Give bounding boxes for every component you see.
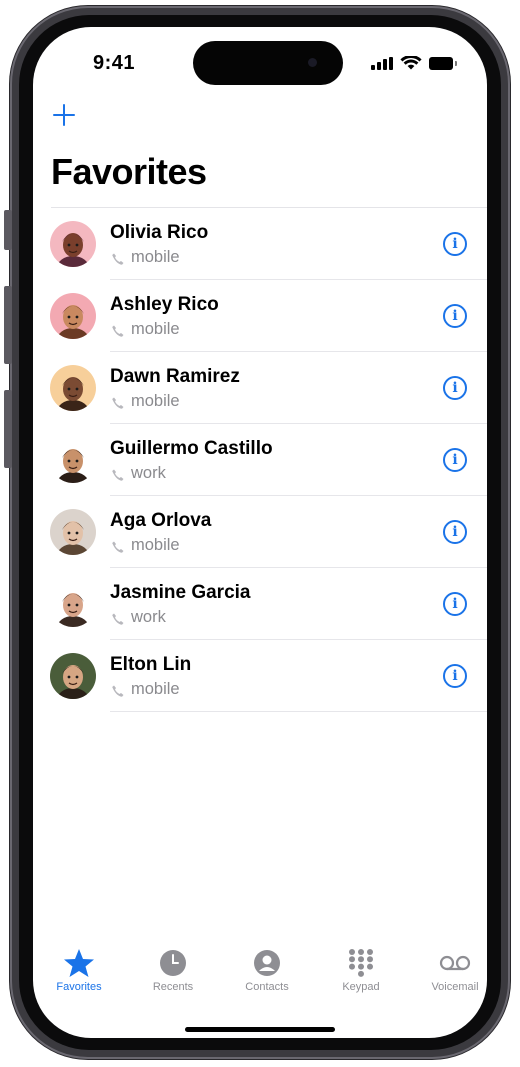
tab-keypad[interactable]: Keypad (321, 947, 401, 993)
contact-name: Elton Lin (110, 654, 192, 675)
phone-icon (112, 613, 124, 625)
keypad-icon (321, 947, 401, 979)
phone-icon (112, 253, 124, 265)
page-title: Favorites (51, 151, 207, 192)
phone-type-label: mobile (131, 536, 180, 554)
tab-label: Favorites (56, 981, 102, 993)
tab-label: Recents (152, 981, 194, 993)
phone-type-label: mobile (131, 392, 180, 410)
favorite-row[interactable]: Aga Orlova mobile i (33, 496, 487, 568)
phone-type-label: mobile (131, 680, 180, 698)
avatar (50, 221, 96, 267)
status-icons (371, 56, 457, 70)
tab-label: Contacts (245, 981, 289, 993)
tab-recents[interactable]: Recents (133, 947, 213, 993)
tab-favorites[interactable]: Favorites (39, 947, 119, 993)
info-button[interactable]: i (443, 232, 467, 256)
favorite-row[interactable]: Jasmine Garcia work i (33, 568, 487, 640)
phone-type-label: mobile (131, 320, 180, 338)
contact-name: Olivia Rico (110, 222, 209, 243)
add-favorite-button[interactable] (53, 103, 79, 129)
tab-voicemail[interactable]: Voicemail (415, 947, 487, 993)
avatar (50, 365, 96, 411)
info-button[interactable]: i (443, 664, 467, 688)
phone-icon (112, 325, 124, 337)
camera-icon (308, 58, 317, 67)
phone-type-label: work (131, 464, 166, 482)
info-button[interactable]: i (443, 448, 467, 472)
avatar (50, 293, 96, 339)
person-circle-icon (227, 947, 307, 979)
phone-type-label: work (131, 608, 166, 626)
avatar (50, 437, 96, 483)
clock-icon (133, 947, 213, 979)
contact-name: Dawn Ramirez (110, 366, 240, 387)
info-button[interactable]: i (443, 376, 467, 400)
favorite-row[interactable]: Dawn Ramirez mobile i (33, 352, 487, 424)
dynamic-island (193, 41, 343, 85)
contact-name: Ashley Rico (110, 294, 219, 315)
status-time: 9:41 (93, 52, 136, 74)
row-divider (110, 711, 487, 712)
contact-name: Jasmine Garcia (110, 582, 251, 603)
avatar (50, 581, 96, 627)
star-icon (39, 947, 119, 979)
phone-screen: 9:41 Favorites Olivia Rico mobile i Ashl… (33, 27, 487, 1038)
tab-label: Voicemail (431, 981, 479, 993)
voicemail-icon (415, 947, 487, 979)
phone-icon (112, 541, 124, 553)
favorite-row[interactable]: Olivia Rico mobile i (33, 208, 487, 280)
contact-name: Aga Orlova (110, 510, 212, 531)
avatar (50, 509, 96, 555)
volume-up-button (4, 286, 12, 364)
contact-name: Guillermo Castillo (110, 438, 273, 459)
phone-icon (112, 469, 124, 481)
avatar (50, 653, 96, 699)
phone-type-label: mobile (131, 248, 180, 266)
action-button (4, 210, 12, 250)
favorites-list: Olivia Rico mobile i Ashley Rico mobile … (33, 208, 487, 712)
info-button[interactable]: i (443, 304, 467, 328)
favorite-row[interactable]: Elton Lin mobile i (33, 640, 487, 712)
tab-bar: Favorites Recents Contacts Keypad Voicem… (33, 947, 487, 1007)
tab-label: Keypad (342, 981, 380, 993)
wifi-icon (400, 56, 422, 70)
battery-icon (429, 57, 457, 70)
favorite-row[interactable]: Ashley Rico mobile i (33, 280, 487, 352)
info-button[interactable]: i (443, 520, 467, 544)
favorite-row[interactable]: Guillermo Castillo work i (33, 424, 487, 496)
tab-contacts[interactable]: Contacts (227, 947, 307, 993)
home-indicator[interactable] (185, 1027, 335, 1032)
phone-icon (112, 397, 124, 409)
volume-down-button (4, 390, 12, 468)
info-button[interactable]: i (443, 592, 467, 616)
cellular-signal-icon (371, 57, 393, 70)
phone-icon (112, 685, 124, 697)
